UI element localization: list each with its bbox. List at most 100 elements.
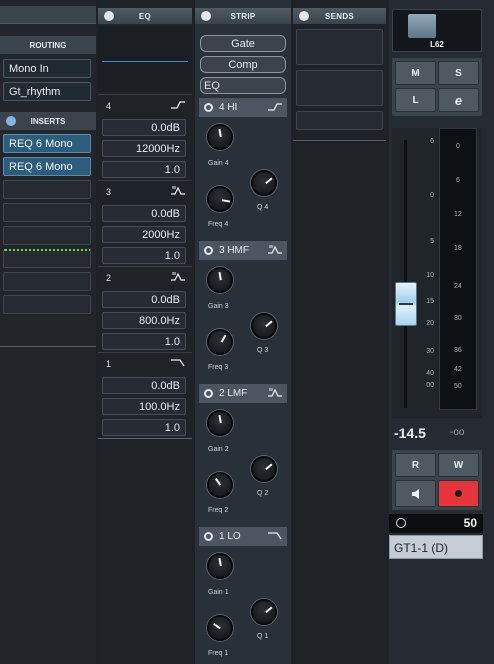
- eq-freq-field[interactable]: 100.0Hz: [102, 398, 186, 415]
- eq-header[interactable]: EQ: [98, 8, 192, 24]
- peak-icon[interactable]: [267, 244, 283, 256]
- freq-knob[interactable]: [207, 186, 233, 212]
- insert-slot-7[interactable]: [3, 272, 91, 291]
- pan-indicator: [408, 14, 436, 38]
- eq-gain-field[interactable]: 0.0dB: [102, 119, 186, 136]
- band-power-icon[interactable]: [204, 389, 213, 398]
- sends-header[interactable]: SENDS: [293, 8, 386, 24]
- eq-band-3: 3 0.0dB 2000Hz 1.0: [98, 180, 192, 266]
- band-power-icon[interactable]: [204, 532, 213, 541]
- gain-knob[interactable]: [207, 267, 233, 293]
- edit-channel-button[interactable]: e: [438, 88, 479, 112]
- eq-q-field[interactable]: 1.0: [102, 419, 186, 436]
- strip-eq-button[interactable]: EQ: [200, 77, 286, 94]
- fader-scale: 6 0 5 10 15 20 30 40 00: [412, 138, 434, 408]
- eq-curve-display[interactable]: [98, 26, 192, 92]
- eq-gain-field[interactable]: 0.0dB: [102, 377, 186, 394]
- strip-band-header: 4 HI: [199, 98, 287, 117]
- meter-scale-tick: 50: [454, 383, 462, 390]
- q-knob[interactable]: [251, 456, 277, 482]
- high-shelf-icon[interactable]: [170, 100, 186, 110]
- fader-track[interactable]: [404, 140, 407, 408]
- meter-scale-tick: 12: [454, 211, 462, 218]
- gain-knob[interactable]: [207, 124, 233, 150]
- q-knob[interactable]: [251, 313, 277, 339]
- inserts-header[interactable]: INSERTS: [0, 112, 96, 130]
- inserts-power-icon[interactable]: [6, 116, 16, 126]
- solo-button[interactable]: S: [438, 61, 479, 85]
- routing-output-field[interactable]: Gt_rhythm: [3, 82, 91, 101]
- send-slot-1[interactable]: [296, 29, 383, 65]
- eq-freq-field[interactable]: 2000Hz: [102, 226, 186, 243]
- fader-scale-tick: 40: [426, 370, 434, 377]
- gain-knob[interactable]: [207, 553, 233, 579]
- insert-slot-2[interactable]: REQ 6 Mono: [3, 157, 91, 176]
- low-cut-icon[interactable]: [170, 358, 186, 368]
- strip-band-3: 3 HMF Gain 3 Q 3 Freq 3: [195, 241, 291, 384]
- q-knob[interactable]: [251, 599, 277, 625]
- strip-band-header: 1 LO: [199, 527, 287, 546]
- q-knob[interactable]: [251, 170, 277, 196]
- eq-q-field[interactable]: 1.0: [102, 161, 186, 178]
- eq-power-icon[interactable]: [104, 11, 114, 21]
- low-cut-icon[interactable]: [267, 531, 283, 541]
- routing-header[interactable]: ROUTING: [0, 36, 96, 54]
- monitor-button[interactable]: [395, 480, 436, 507]
- eq-gain-field[interactable]: 0.0dB: [102, 291, 186, 308]
- mute-button[interactable]: M: [395, 61, 436, 85]
- insert-slot-4[interactable]: [3, 203, 91, 222]
- insert-slot-5[interactable]: [3, 226, 91, 245]
- strip-band-4: 4 HI Gain 4 Q 4 Freq 4: [195, 98, 291, 241]
- track-name[interactable]: GT1-1 (D): [389, 535, 483, 559]
- meter-scale-tick: 42: [454, 366, 462, 373]
- routing-input-field[interactable]: Mono In: [3, 59, 91, 78]
- strip-band-1: 1 LO Gain 1 Q 1 Freq 1: [195, 527, 291, 664]
- strip-comp-button[interactable]: Comp: [200, 56, 286, 73]
- eq-band-number: 1: [106, 359, 112, 369]
- insert-slot-3[interactable]: [3, 180, 91, 199]
- band-power-icon[interactable]: [204, 246, 213, 255]
- strip-power-icon[interactable]: [201, 11, 211, 21]
- eq-freq-field[interactable]: 12000Hz: [102, 140, 186, 157]
- eq-band-number: 2: [106, 273, 112, 283]
- send-slot-3[interactable]: [296, 111, 383, 130]
- freq-knob[interactable]: [207, 615, 233, 641]
- freq-knob[interactable]: [207, 329, 233, 355]
- gain-knob[interactable]: [207, 410, 233, 436]
- insert-slot-8[interactable]: [3, 295, 91, 314]
- eq-bottom-divider: [98, 438, 192, 439]
- send-slot-2[interactable]: [296, 70, 383, 106]
- high-shelf-icon[interactable]: [267, 102, 283, 112]
- input-gain-row[interactable]: 50: [389, 514, 483, 533]
- write-automation-button[interactable]: W: [438, 453, 479, 477]
- eq-freq-field[interactable]: 800.0Hz: [102, 312, 186, 329]
- fader-handle[interactable]: [395, 282, 417, 326]
- freq-knob[interactable]: [207, 472, 233, 498]
- read-automation-button[interactable]: R: [395, 453, 436, 477]
- input-gain-value: 50: [463, 516, 477, 530]
- band-power-icon[interactable]: [204, 103, 213, 112]
- peak-icon[interactable]: [170, 271, 186, 283]
- fader-scale-tick: 30: [426, 348, 434, 355]
- strip-header[interactable]: STRIP: [195, 8, 291, 24]
- eq-band-1: 1 0.0dB 100.0Hz 1.0: [98, 352, 192, 438]
- pan-display[interactable]: L62: [392, 9, 482, 52]
- sends-power-icon[interactable]: [299, 11, 309, 21]
- record-button[interactable]: [438, 480, 479, 507]
- insert-slot-6[interactable]: [3, 249, 91, 268]
- eq-gain-field[interactable]: 0.0dB: [102, 205, 186, 222]
- fader-scale-tick: 15: [426, 298, 434, 305]
- eq-q-field[interactable]: 1.0: [102, 247, 186, 264]
- input-gain-icon: [396, 518, 406, 528]
- fader-scale-tick: 0: [430, 192, 434, 199]
- q-knob-label: Q 4: [257, 204, 269, 211]
- peak-icon[interactable]: [267, 387, 283, 399]
- volume-readout[interactable]: -14.5 -oo: [392, 422, 482, 444]
- insert-slot-1[interactable]: REQ 6 Mono: [3, 134, 91, 153]
- strip-gate-button[interactable]: Gate: [200, 35, 286, 52]
- peak-icon[interactable]: [170, 185, 186, 197]
- listen-button[interactable]: L: [395, 88, 436, 112]
- eq-q-field[interactable]: 1.0: [102, 333, 186, 350]
- meter-scale-tick: 18: [454, 245, 462, 252]
- strip-band-name: 3 HMF: [219, 245, 249, 256]
